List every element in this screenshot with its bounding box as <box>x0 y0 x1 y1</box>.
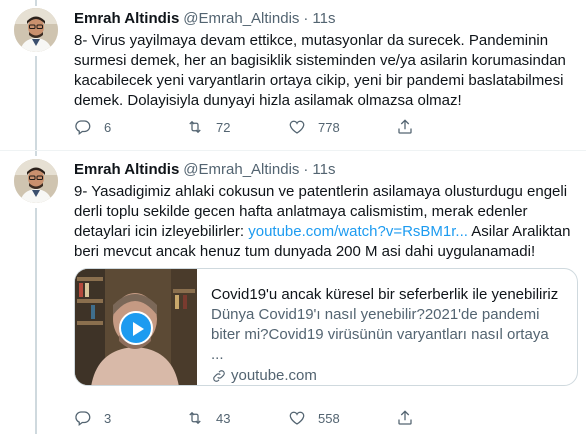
like-icon <box>289 120 305 134</box>
like-count: 778 <box>318 119 340 135</box>
like-icon <box>289 411 305 425</box>
author-handle[interactable]: @Emrah_Altindis <box>183 9 299 29</box>
tweet-text-line: kacabilecek yeni varyantlarin ortaya cik… <box>74 72 564 89</box>
timestamp[interactable]: 11s <box>312 160 335 180</box>
like-count: 558 <box>318 410 340 426</box>
timestamp[interactable]: 11s <box>312 9 335 29</box>
tweet-actions: 3 43 558 <box>74 408 546 428</box>
reply-button[interactable]: 3 <box>74 408 164 428</box>
author-handle[interactable]: @Emrah_Altindis <box>183 160 299 180</box>
reply-count: 6 <box>104 119 112 135</box>
reply-icon <box>75 411 91 427</box>
card-domain-text: youtube.com <box>231 367 317 384</box>
tweet-text-line: 9- Yasadigimiz ahlaki cokusun ve patentl… <box>74 183 568 200</box>
separator-dot: · <box>303 161 309 178</box>
tweet-text-line: derli toplu sekilde gecen hafta anlatmay… <box>74 203 528 220</box>
like-button[interactable]: 778 <box>288 117 378 137</box>
card-title: Covid19'u ancak küresel bir seferberlik … <box>211 286 559 303</box>
tweet[interactable]: Emrah Altindis @Emrah_Altindis · 11s 8- … <box>0 0 586 148</box>
play-icon <box>133 322 144 336</box>
share-button[interactable] <box>396 408 426 428</box>
tweet[interactable]: Emrah Altindis @Emrah_Altindis · 11s 9- … <box>0 151 586 434</box>
reply-icon <box>75 120 91 136</box>
retweet-button[interactable]: 43 <box>186 408 276 428</box>
card-body[interactable]: Covid19'u ancak küresel bir seferberlik … <box>197 269 577 385</box>
tweet-text-line: beri mevcut ancak henuz tum dunyada 200 … <box>74 243 536 260</box>
card-domain: youtube.com <box>211 366 565 385</box>
separator-dot: · <box>303 10 309 27</box>
tweet-text-line: surmesi demek, her an bagisiklik sistemi… <box>74 52 566 69</box>
author-name[interactable]: Emrah Altindis <box>74 9 179 29</box>
retweet-icon <box>189 120 201 134</box>
card-description-line: biter mi?Covid19 virüsünün varyantları n… <box>211 326 549 363</box>
tweet-text-line: detaylari icin izleyebilirler: youtube.c… <box>74 222 574 242</box>
tweet-link[interactable]: youtube.com/watch?v=RsBM1r... <box>248 223 468 240</box>
tweet-actions: 6 72 778 <box>74 117 546 137</box>
retweet-button[interactable]: 72 <box>186 117 276 137</box>
link-icon <box>213 370 225 382</box>
share-button[interactable] <box>396 117 426 137</box>
reply-count: 3 <box>104 410 112 426</box>
card-description-line: Dünya Covid19'ı nasıl yenebilir?2021'de … <box>211 306 540 323</box>
retweet-count: 72 <box>216 119 231 135</box>
retweet-count: 43 <box>216 410 231 426</box>
link-preview-card[interactable]: Covid19'u ancak küresel bir seferberlik … <box>74 268 578 386</box>
avatar[interactable] <box>14 159 58 203</box>
video-thumbnail[interactable] <box>75 269 197 385</box>
share-icon <box>398 119 412 134</box>
retweet-icon <box>189 411 201 425</box>
tweet-text-line: demek. Dolayisiyla dunyayi hizla asilama… <box>74 92 462 109</box>
author-name[interactable]: Emrah Altindis <box>74 160 179 180</box>
tweet-text-segment: detaylari icin izleyebilirler: <box>74 223 249 240</box>
tweet-text-line: 8- Virus yayilmaya devam ettikce, mutasy… <box>74 32 549 49</box>
reply-button[interactable]: 6 <box>74 117 164 137</box>
play-button[interactable] <box>119 311 153 345</box>
tweet-text-segment: Asilar Araliktan <box>467 223 571 240</box>
tweet-text: 9- Yasadigimiz ahlaki cokusun ve patentl… <box>74 182 574 262</box>
avatar[interactable] <box>14 8 58 52</box>
share-icon <box>398 410 412 425</box>
card-description: Dünya Covid19'ı nasıl yenebilir?2021'de … <box>211 305 565 365</box>
tweet-text: 8- Virus yayilmaya devam ettikce, mutasy… <box>74 31 574 111</box>
like-button[interactable]: 558 <box>288 408 378 428</box>
